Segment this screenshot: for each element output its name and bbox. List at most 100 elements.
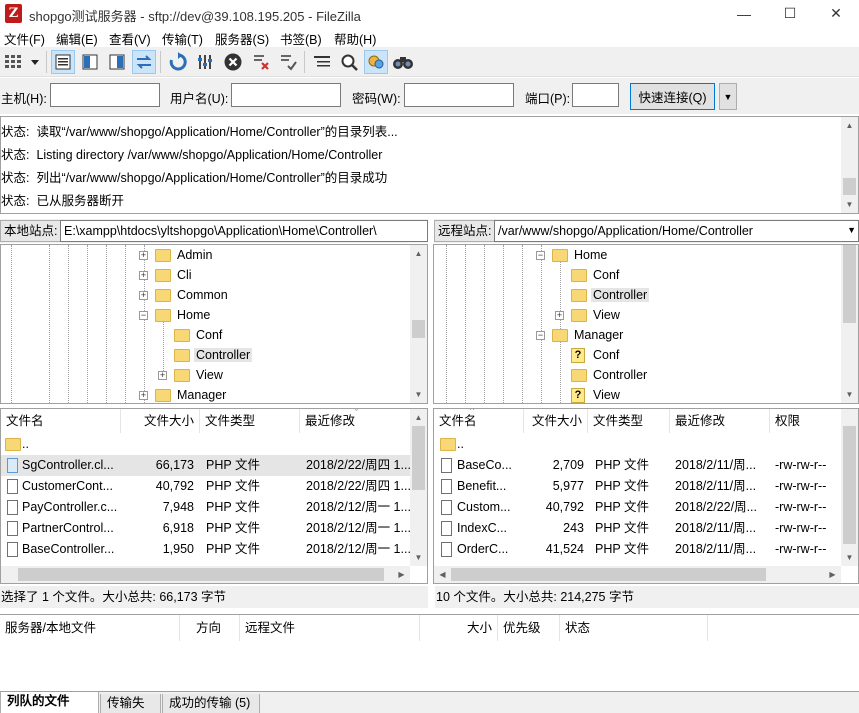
menu-view[interactable]: 查看(V)	[109, 29, 151, 48]
cancel-operation-icon[interactable]	[221, 50, 245, 74]
table-row[interactable]: BaseCo... 2,709 PHP 文件 2018/2/11/周... -r…	[434, 455, 842, 476]
toggle-log-icon[interactable]	[51, 50, 75, 74]
refresh-icon[interactable]	[166, 50, 190, 74]
log-line: 状态: 已从服务器断开	[1, 194, 124, 208]
toggle-queue-icon[interactable]	[132, 50, 156, 74]
remote-list-scrollbar[interactable]: ▼	[841, 409, 858, 566]
remote-tree-item[interactable]: Conf	[571, 265, 621, 285]
directory-filter-icon[interactable]	[310, 50, 334, 74]
scroll-down-icon[interactable]: ▼	[841, 386, 858, 403]
scroll-down-icon[interactable]: ▼	[841, 549, 858, 566]
menu-server[interactable]: 服务器(S)	[215, 29, 269, 48]
scroll-down-icon[interactable]: ▼	[410, 549, 427, 566]
menu-bookmarks[interactable]: 书签(B)	[280, 29, 322, 48]
remote-col-filesize[interactable]: 文件大小	[524, 409, 588, 433]
queue-col-size[interactable]: 大小	[420, 615, 498, 641]
password-input[interactable]	[404, 83, 514, 107]
local-tree-item[interactable]: Manager	[155, 385, 228, 403]
remote-tree-item[interactable]: Home	[552, 245, 609, 265]
close-button[interactable]: ✕	[813, 0, 859, 27]
scroll-left-icon[interactable]: ◀	[434, 566, 451, 583]
scroll-right-icon[interactable]: ▶	[824, 566, 841, 583]
remote-file-list: 文件名 文件大小 文件类型 最近修改 权限 ^ .. BaseCo... 2,7…	[433, 408, 859, 584]
scroll-up-icon[interactable]: ▲	[410, 245, 427, 262]
port-input[interactable]	[572, 83, 619, 107]
scroll-down-icon[interactable]: ▼	[410, 386, 427, 403]
remote-col-filetype[interactable]: 文件类型	[588, 409, 670, 433]
remote-tree-item[interactable]: Controller	[571, 365, 649, 385]
toggle-local-tree-icon[interactable]	[78, 50, 102, 74]
queue-col-status[interactable]: 状态	[560, 615, 708, 641]
remote-path-dropdown-icon[interactable]: ▼	[847, 225, 856, 235]
local-tree-item-selected[interactable]: Controller	[174, 345, 253, 365]
synchronized-browsing-icon[interactable]	[364, 50, 388, 74]
search-files-icon[interactable]	[391, 50, 415, 74]
maximize-button[interactable]: ☐	[767, 0, 813, 27]
table-row[interactable]: Benefit... 5,977 PHP 文件 2018/2/11/周... -…	[434, 476, 842, 497]
table-row[interactable]: BaseController... 1,950 PHP 文件 2018/2/12…	[1, 539, 411, 560]
host-input[interactable]	[50, 83, 160, 107]
table-row[interactable]: OrderC... 41,524 PHP 文件 2018/2/11/周... -…	[434, 539, 842, 560]
remote-tree-item[interactable]: View	[571, 305, 622, 325]
scroll-right-icon[interactable]: ▶	[393, 566, 410, 583]
table-row[interactable]: ..	[434, 434, 842, 455]
disconnect-icon[interactable]	[249, 50, 273, 74]
process-queue-icon[interactable]	[193, 50, 217, 74]
table-row[interactable]: CustomerCont... 40,792 PHP 文件 2018/2/22/…	[1, 476, 411, 497]
table-row[interactable]: ..	[1, 434, 411, 455]
compare-directories-icon[interactable]	[337, 50, 361, 74]
remote-tree-item-selected[interactable]: Controller	[571, 285, 650, 305]
queue-col-direction[interactable]: 方向	[180, 615, 240, 641]
tab-queued-files[interactable]: 列队的文件	[0, 692, 99, 713]
scroll-down-icon[interactable]: ▼	[841, 196, 858, 213]
remote-col-modified[interactable]: 最近修改	[670, 409, 770, 433]
file-icon	[7, 500, 18, 515]
queue-tabs: 列队的文件 传输失败 成功的传输 (5)	[0, 691, 859, 713]
remote-path-input[interactable]: /var/www/shopgo/Application/Home/Control…	[494, 220, 859, 242]
local-col-filetype[interactable]: 文件类型	[200, 409, 300, 433]
queue-col-local-file[interactable]: 服务器/本地文件	[0, 615, 180, 641]
local-col-filesize[interactable]: 文件大小	[121, 409, 200, 433]
table-row[interactable]: PayController.c... 7,948 PHP 文件 2018/2/1…	[1, 497, 411, 518]
local-col-filename[interactable]: 文件名	[1, 409, 121, 433]
menu-transfer[interactable]: 传输(T)	[162, 29, 203, 48]
username-input[interactable]	[231, 83, 341, 107]
table-row[interactable]: SgController.cl... 66,173 PHP 文件 2018/2/…	[1, 455, 411, 476]
log-scrollbar[interactable]: ▲ ▼	[841, 117, 858, 213]
scroll-up-icon[interactable]: ▲	[841, 117, 858, 134]
toggle-remote-tree-icon[interactable]	[105, 50, 129, 74]
local-tree-item[interactable]: Home	[155, 305, 212, 325]
menu-help[interactable]: 帮助(H)	[334, 29, 376, 48]
remote-tree-item[interactable]: Manager	[552, 325, 625, 345]
table-row[interactable]: IndexC... 243 PHP 文件 2018/2/11/周... -rw-…	[434, 518, 842, 539]
remote-list-hscrollbar[interactable]: ◀ ▶	[434, 566, 841, 583]
remote-col-permissions[interactable]: 权限	[770, 409, 842, 433]
local-tree-item[interactable]: Cli	[155, 265, 194, 285]
menu-file[interactable]: 文件(F)	[4, 29, 45, 48]
local-list-hscrollbar[interactable]: ▶	[1, 566, 410, 583]
tab-successful-transfers[interactable]: 成功的传输 (5)	[162, 694, 260, 713]
menu-edit[interactable]: 编辑(E)	[56, 29, 98, 48]
local-tree-item[interactable]: Common	[155, 285, 230, 305]
local-tree-item[interactable]: View	[174, 365, 225, 385]
site-manager-icon[interactable]	[2, 50, 42, 74]
local-tree-scrollbar[interactable]: ▲ ▼	[410, 245, 427, 403]
local-list-scrollbar[interactable]: ▲ ▼	[410, 409, 427, 566]
local-path-input[interactable]: E:\xampp\htdocs\yltshopgo\Application\Ho…	[60, 220, 428, 242]
queue-col-priority[interactable]: 优先级	[498, 615, 560, 641]
table-row[interactable]: PartnerControl... 6,918 PHP 文件 2018/2/12…	[1, 518, 411, 539]
reconnect-icon[interactable]	[276, 50, 300, 74]
tab-failed-transfers[interactable]: 传输失败	[100, 694, 161, 713]
table-row[interactable]: Custom... 40,792 PHP 文件 2018/2/22/周... -…	[434, 497, 842, 518]
minimize-button[interactable]: —	[721, 0, 767, 27]
remote-col-filename[interactable]: 文件名	[434, 409, 524, 433]
remote-tree-item[interactable]: ? Conf	[571, 345, 621, 365]
remote-tree-item[interactable]: ? View	[571, 385, 622, 403]
quickconnect-dropdown-icon[interactable]: ▼	[719, 83, 737, 110]
quickconnect-button[interactable]: 快速连接(Q)	[630, 83, 715, 110]
remote-tree-scrollbar[interactable]: ▼	[841, 245, 858, 403]
scroll-up-icon[interactable]: ▲	[410, 409, 427, 426]
local-tree-item[interactable]: Conf	[174, 325, 224, 345]
queue-col-remote-file[interactable]: 远程文件	[240, 615, 420, 641]
local-tree-item[interactable]: Admin	[155, 245, 214, 265]
